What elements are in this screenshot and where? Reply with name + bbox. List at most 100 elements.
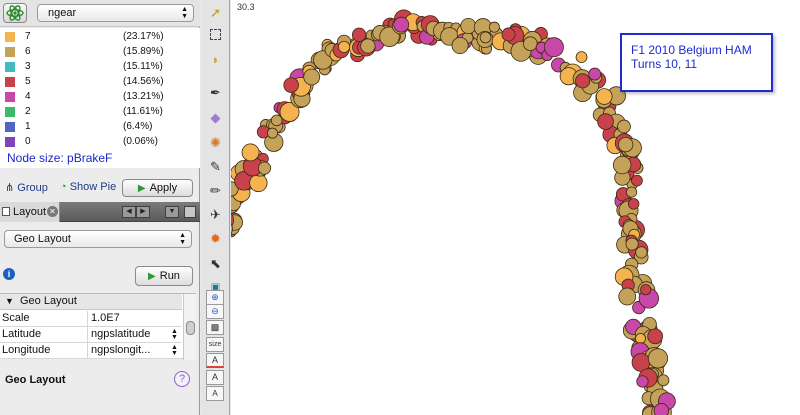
graph-node[interactable]: [627, 198, 640, 210]
graph-node[interactable]: [460, 17, 477, 34]
graph-node[interactable]: [653, 403, 670, 415]
graph-node[interactable]: [618, 287, 637, 306]
info-icon[interactable]: i: [3, 268, 15, 280]
graph-node[interactable]: [241, 143, 260, 162]
help-icon[interactable]: ?: [174, 371, 190, 387]
graph-node[interactable]: [597, 113, 614, 130]
graph-node[interactable]: [595, 88, 613, 105]
graph-node[interactable]: [270, 114, 283, 127]
layout-tabbar: Layout ✕ ◀ ▶ ▼: [0, 202, 200, 222]
legend-item[interactable]: 7 (23.17%): [0, 30, 200, 44]
graph-node[interactable]: [618, 136, 634, 153]
zoom-in-icon[interactable]: ⊕: [206, 290, 224, 305]
gem-icon[interactable]: ◆: [206, 108, 225, 127]
graph-node[interactable]: [657, 374, 670, 387]
legend-label: 6: [25, 46, 31, 57]
legend-item[interactable]: 3 (15.11%): [0, 60, 200, 74]
legend-item[interactable]: 1 (6.4%): [0, 120, 200, 134]
select-arrows-icon[interactable]: ▲ ▼: [171, 328, 178, 341]
tab-layout[interactable]: Layout ✕: [0, 202, 60, 222]
graph-node[interactable]: [543, 37, 564, 58]
property-value[interactable]: ngpslatitude: [91, 328, 150, 340]
legend-item[interactable]: 0 (0.06%): [0, 135, 200, 149]
graph-node[interactable]: [249, 173, 268, 193]
graph-node[interactable]: [635, 246, 648, 259]
legend-percent: (23.17%): [123, 31, 164, 42]
legend-item[interactable]: 6 (15.89%): [0, 45, 200, 59]
legend-item[interactable]: 5 (14.56%): [0, 75, 200, 89]
legend-item[interactable]: 4 (13.21%): [0, 90, 200, 104]
atom-button[interactable]: [3, 3, 27, 23]
annotation-box[interactable]: F1 2010 Belgium HAM Turns 10, 11: [620, 33, 773, 92]
text-size-icon[interactable]: A: [206, 386, 224, 401]
legend-item[interactable]: 2 (11.61%): [0, 105, 200, 119]
graph-node[interactable]: [626, 186, 638, 198]
graph-node[interactable]: [501, 27, 516, 42]
group-button[interactable]: ⋔ Group: [5, 181, 48, 194]
graph-node[interactable]: [360, 38, 376, 54]
minimize-button[interactable]: [184, 206, 196, 218]
graph-node[interactable]: [612, 155, 632, 175]
play-icon: ▶: [148, 271, 156, 282]
size-icon[interactable]: size: [206, 337, 224, 352]
scroll-left-button[interactable]: ◀: [122, 206, 136, 218]
zoom-out-icon[interactable]: ⊖: [206, 304, 224, 319]
view-menu-button[interactable]: ▼: [165, 206, 179, 218]
graph-node[interactable]: [257, 161, 272, 175]
graph-node[interactable]: [617, 119, 631, 134]
gear-icon[interactable]: ✹: [206, 229, 225, 248]
text-icon[interactable]: A: [206, 370, 224, 385]
graph-node[interactable]: [523, 36, 538, 51]
legend-label: 4: [25, 91, 31, 102]
graph-node[interactable]: [588, 67, 602, 81]
group-icon: ⋔: [5, 182, 15, 194]
cursor-icon[interactable]: ⬉: [206, 254, 225, 273]
fill-icon[interactable]: ▩: [206, 320, 224, 335]
graph-canvas[interactable]: 30.3 F1 2010 Belgium HAM Turns 10, 11: [231, 0, 800, 415]
graph-node[interactable]: [575, 51, 588, 63]
layout-select[interactable]: Geo Layout ▲ ▼: [4, 230, 192, 248]
graph-node[interactable]: [575, 73, 591, 89]
text-color-icon[interactable]: A: [206, 353, 224, 368]
graph-node[interactable]: [636, 375, 649, 388]
graph-node[interactable]: [640, 284, 652, 296]
property-value[interactable]: ngpslongit...: [91, 344, 150, 356]
legend-percent: (15.11%): [123, 61, 163, 72]
annotation-line: Turns 10, 11: [631, 57, 698, 71]
property-section-header[interactable]: ▼ Geo Layout: [0, 294, 182, 310]
graph-node[interactable]: [338, 40, 351, 53]
graph-node[interactable]: [283, 77, 299, 93]
graph-node[interactable]: [631, 174, 643, 187]
graph-node[interactable]: [625, 237, 639, 251]
scrollbar[interactable]: [183, 294, 196, 360]
scroll-right-button[interactable]: ▶: [136, 206, 150, 218]
attribute-select-value: ngear: [48, 7, 77, 19]
attribute-select[interactable]: ngear ▲ ▼: [37, 4, 194, 22]
graph-node[interactable]: [303, 68, 321, 86]
graph-node[interactable]: [351, 27, 367, 42]
graph-node[interactable]: [393, 16, 410, 33]
graph-node[interactable]: [451, 37, 469, 55]
pen-icon[interactable]: ✒: [206, 83, 225, 102]
pointer-icon[interactable]: ➚: [206, 3, 225, 22]
property-section-title: Geo Layout: [20, 295, 77, 307]
scrollbar-thumb[interactable]: [186, 321, 195, 335]
graph-node[interactable]: [647, 328, 663, 345]
run-button[interactable]: ▶ Run: [135, 266, 193, 286]
plane-icon[interactable]: ✈: [206, 205, 225, 224]
graph-node[interactable]: [635, 333, 646, 344]
graph-node[interactable]: [488, 21, 500, 33]
close-icon[interactable]: ✕: [47, 206, 58, 217]
apply-button[interactable]: ▶ Apply: [122, 179, 193, 197]
graph-node[interactable]: [647, 348, 669, 369]
graph-node[interactable]: [267, 127, 278, 139]
brush-icon[interactable]: ✎: [206, 157, 225, 176]
dial-icon[interactable]: ✺: [206, 133, 225, 152]
select-arrows-icon[interactable]: ▲ ▼: [171, 344, 178, 357]
lasso-icon[interactable]: ◗: [206, 50, 225, 69]
property-value[interactable]: 1.0E7: [91, 312, 120, 324]
show-pie-button[interactable]: ◔ Show Pie: [60, 181, 116, 193]
pencil-icon[interactable]: ✏: [206, 181, 225, 200]
graph-node[interactable]: [479, 31, 492, 44]
marquee-icon[interactable]: [206, 26, 225, 45]
